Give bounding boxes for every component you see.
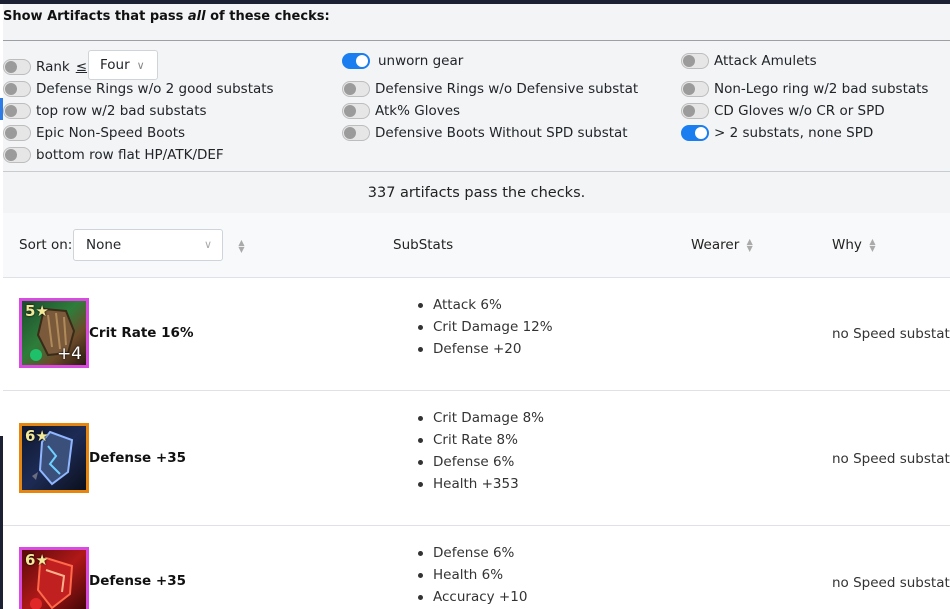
column-header-substats[interactable]: SubStats: [393, 237, 453, 253]
artifact-icon: 6★: [19, 547, 89, 609]
toggle-switch[interactable]: [681, 103, 709, 119]
main-stat: Defense +35: [89, 573, 186, 589]
substat-item: Crit Rate 8%: [418, 429, 544, 451]
filter-option-label: Epic Non-Speed Boots: [36, 125, 186, 141]
sort-select-value: None: [86, 237, 122, 253]
filter-option[interactable]: Attack Amulets: [681, 53, 817, 69]
filter-panel: Show Artifacts that pass all of these ch…: [3, 4, 950, 172]
filter-option-label: bottom row flat HP/ATK/DEF: [36, 147, 224, 163]
substat-item: Accuracy +10: [417, 586, 527, 608]
substat-item: Crit Damage 8%: [418, 407, 544, 429]
toggle-switch[interactable]: [681, 125, 709, 141]
filter-option-label: unworn gear: [378, 53, 464, 69]
filter-option-label: Attack Amulets: [714, 53, 817, 69]
column-header-why[interactable]: Why ▲ ▼: [832, 237, 877, 253]
star-rating: 5★: [25, 302, 49, 320]
filter-panel-title: Show Artifacts that pass all of these ch…: [3, 9, 330, 24]
toggle-switch[interactable]: [3, 147, 31, 163]
chevron-down-icon: ∨: [136, 58, 145, 72]
filter-option-label: Defensive Boots Without SPD substat: [375, 125, 628, 141]
sort-select[interactable]: None ∨: [73, 229, 223, 261]
chevron-down-icon: ∨: [203, 238, 212, 251]
star-rating: 6★: [25, 427, 49, 445]
filter-option[interactable]: Non-Lego ring w/2 bad substats: [681, 81, 928, 97]
filter-option[interactable]: CD Gloves w/o CR or SPD: [681, 103, 885, 119]
filter-option[interactable]: bottom row flat HP/ATK/DEF: [3, 147, 224, 163]
main-stat: Defense +35: [89, 450, 186, 466]
substat-item: Defense 6%: [417, 542, 527, 564]
substat-item: Defense +20: [418, 338, 553, 360]
rank-operator: ≤: [75, 59, 88, 75]
why-reason: no Speed substat: [832, 451, 950, 467]
substat-list: Attack 6% Crit Damage 12% Defense +20: [418, 294, 553, 360]
artifact-icon: 5★ +4: [19, 298, 89, 368]
filter-option[interactable]: unworn gear: [342, 53, 463, 69]
filter-option-label: CD Gloves w/o CR or SPD: [714, 103, 885, 119]
toggle-switch[interactable]: [3, 125, 31, 141]
filter-option[interactable]: > 2 substats, none SPD: [681, 125, 873, 141]
toggle-switch[interactable]: [342, 53, 370, 69]
toggle-switch[interactable]: [342, 81, 370, 97]
substat-list: Defense 6% Health 6% Accuracy +10: [417, 542, 527, 608]
filter-option-label: Atk% Gloves: [375, 103, 461, 119]
filter-option-label: Non-Lego ring w/2 bad substats: [714, 81, 929, 97]
sort-arrows-icon: ▲ ▼: [746, 237, 753, 253]
substat-item: Attack 6%: [418, 294, 553, 316]
toggle-switch[interactable]: [342, 103, 370, 119]
star-rating: 6★: [25, 551, 49, 569]
artifact-icon: 6★: [19, 423, 89, 493]
toggle-switch[interactable]: [3, 103, 31, 119]
substat-item: Defense 6%: [418, 451, 544, 473]
filter-option-label: top row w/2 bad substats: [36, 103, 207, 119]
pass-count-text: 337 artifacts pass the checks.: [367, 184, 586, 201]
filter-option[interactable]: top row w/2 bad substats: [3, 103, 207, 119]
table-row[interactable]: 6★ Defense +35 Crit Damage 8% Crit Rate …: [3, 391, 950, 526]
sort-arrows-icon[interactable]: ▲ ▼: [237, 239, 246, 254]
rank-filter: Rank ≤: [3, 59, 87, 75]
upgrade-level: +4: [56, 344, 82, 364]
pass-count-summary: 337 artifacts pass the checks.: [3, 172, 950, 213]
why-reason: no Speed substat: [832, 575, 950, 591]
table-row[interactable]: 6★ Defense +35 Defense 6% Health 6% Accu…: [3, 526, 950, 609]
table-header: Sort on: None ∨ ▲ ▼ SubStats Wearer ▲ ▼ Why…: [3, 213, 950, 278]
column-header-wearer[interactable]: Wearer ▲ ▼: [691, 237, 754, 253]
rank-toggle[interactable]: [3, 59, 31, 75]
substat-item: Health 6%: [417, 564, 527, 586]
toggle-switch[interactable]: [342, 125, 370, 141]
filter-option[interactable]: Epic Non-Speed Boots: [3, 125, 185, 141]
filter-option[interactable]: Defensive Rings w/o Defensive substat: [342, 81, 638, 97]
table-row[interactable]: 5★ +4 Crit Rate 16% Attack 6% Crit Damag…: [3, 278, 950, 391]
filter-option-label: > 2 substats, none SPD: [714, 125, 874, 141]
rank-select[interactable]: Four ∨: [88, 50, 158, 80]
sort-arrows-icon: ▲ ▼: [869, 237, 876, 253]
main-stat: Crit Rate 16%: [89, 325, 194, 341]
substat-item: Health +353: [418, 473, 544, 495]
why-reason: no Speed substat: [832, 326, 950, 342]
filter-option[interactable]: Atk% Gloves: [342, 103, 460, 119]
divider: [3, 40, 950, 41]
toggle-switch[interactable]: [3, 81, 31, 97]
filter-option[interactable]: Defensive Boots Without SPD substat: [342, 125, 628, 141]
substat-item: Crit Damage 12%: [418, 316, 553, 338]
sort-label: Sort on:: [19, 237, 73, 253]
toggle-switch[interactable]: [681, 53, 709, 69]
toggle-switch[interactable]: [681, 81, 709, 97]
filter-option-label: Defensive Rings w/o Defensive substat: [375, 81, 639, 97]
rank-select-value: Four: [100, 57, 130, 73]
rank-label: Rank: [36, 59, 70, 75]
substat-list: Crit Damage 8% Crit Rate 8% Defense 6% H…: [418, 407, 544, 495]
filter-option[interactable]: Defense Rings w/o 2 good substats: [3, 81, 274, 97]
filter-option-label: Defense Rings w/o 2 good substats: [36, 81, 274, 97]
